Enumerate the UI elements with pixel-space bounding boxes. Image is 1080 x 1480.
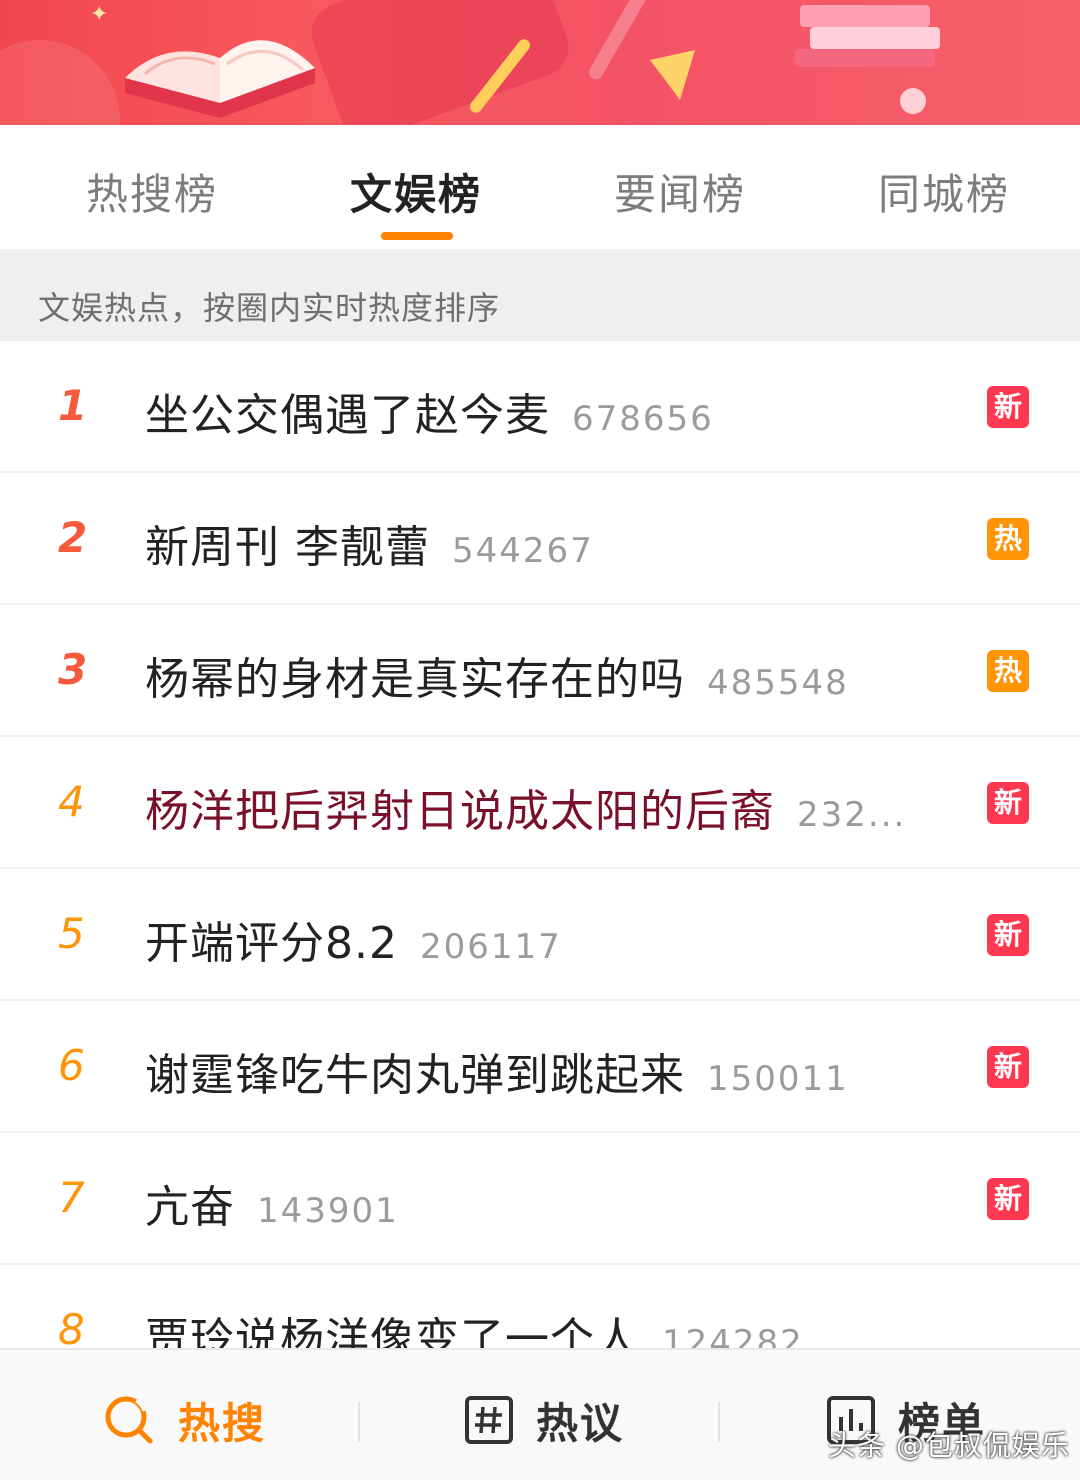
rank-number: 5 bbox=[58, 909, 85, 958]
banner-decoration bbox=[0, 40, 120, 125]
list-item[interactable]: 2 新周刊 李靓蕾 544267 热 bbox=[0, 473, 1080, 605]
sparkle-icon: ✦ bbox=[90, 2, 109, 27]
topic-title: 开端评分8.2 206117 bbox=[145, 918, 562, 969]
heat-count: 485548 bbox=[707, 663, 849, 703]
heat-count: 206117 bbox=[419, 927, 562, 967]
header-banner: ✦ bbox=[0, 0, 1080, 125]
new-badge: 新 bbox=[987, 386, 1029, 428]
book-stack-icon bbox=[795, 5, 940, 67]
pyramid-icon bbox=[650, 50, 695, 100]
hot-badge: 热 bbox=[987, 650, 1029, 692]
bottom-nav: 热搜 热议 榜单 头条 @包叔侃娱乐 bbox=[0, 1348, 1080, 1480]
rank-number: 4 bbox=[58, 777, 85, 826]
nav-discussion[interactable]: 热议 bbox=[464, 1392, 624, 1448]
watermark: 头条 @包叔侃娱乐 bbox=[828, 1429, 1070, 1462]
tab-local[interactable]: 同城榜 bbox=[878, 161, 1010, 222]
topic-title: 亢奋 143901 bbox=[145, 1182, 399, 1233]
topic-title: 新周刊 李靓蕾 544267 bbox=[145, 522, 594, 573]
tab-entertainment[interactable]: 文娱榜 bbox=[350, 161, 482, 222]
nav-divider bbox=[718, 1402, 720, 1442]
rank-number: 2 bbox=[58, 513, 88, 562]
topic-title: 杨洋把后羿射日说成太阳的后裔 232... bbox=[145, 786, 907, 837]
new-badge: 新 bbox=[987, 1046, 1029, 1088]
nav-divider bbox=[358, 1402, 360, 1442]
rank-number: 7 bbox=[58, 1173, 85, 1222]
list-item[interactable]: 5 开端评分8.2 206117 新 bbox=[0, 869, 1080, 1001]
topic-title: 杨幂的身材是真实存在的吗 485548 bbox=[145, 654, 849, 705]
heat-count: 143901 bbox=[257, 1191, 399, 1231]
open-book-icon bbox=[125, 40, 315, 118]
search-icon bbox=[105, 1396, 153, 1444]
new-badge: 新 bbox=[987, 782, 1029, 824]
rank-number: 1 bbox=[58, 381, 88, 430]
nav-label: 热议 bbox=[536, 1398, 625, 1448]
topic-title: 坐公交偶遇了赵今麦 678656 bbox=[145, 390, 714, 441]
rank-number: 8 bbox=[58, 1305, 85, 1354]
list-item[interactable]: 6 谢霆锋吃牛肉丸弹到跳起来 150011 新 bbox=[0, 1001, 1080, 1133]
heat-count: 678656 bbox=[572, 399, 714, 439]
heat-count: 150011 bbox=[707, 1059, 849, 1099]
hot-badge: 热 bbox=[987, 518, 1029, 560]
heat-count: 544267 bbox=[452, 531, 594, 571]
new-badge: 新 bbox=[987, 1178, 1029, 1220]
list-description: 文娱热点，按圈内实时热度排序 bbox=[38, 289, 501, 327]
list-item[interactable]: 4 杨洋把后羿射日说成太阳的后裔 232... 新 bbox=[0, 737, 1080, 869]
tab-hot-search[interactable]: 热搜榜 bbox=[86, 161, 218, 222]
list-item[interactable]: 3 杨幂的身材是真实存在的吗 485548 热 bbox=[0, 605, 1080, 737]
heat-count: 232... bbox=[797, 795, 907, 835]
list-item[interactable]: 7 亢奋 143901 新 bbox=[0, 1133, 1080, 1265]
hashtag-icon bbox=[465, 1396, 513, 1444]
nav-label: 热搜 bbox=[178, 1398, 267, 1448]
active-tab-indicator bbox=[381, 232, 453, 240]
new-badge: 新 bbox=[987, 914, 1029, 956]
topic-title: 谢霆锋吃牛肉丸弹到跳起来 150011 bbox=[145, 1050, 849, 1101]
banner-decoration bbox=[303, 0, 577, 125]
list-item[interactable]: 1 坐公交偶遇了赵今麦 678656 新 bbox=[0, 341, 1080, 473]
rank-number: 6 bbox=[58, 1041, 85, 1090]
tab-news[interactable]: 要闻榜 bbox=[614, 161, 746, 222]
rank-number: 3 bbox=[58, 645, 88, 694]
nav-hot-search[interactable]: 热搜 bbox=[102, 1392, 266, 1448]
list-description-bar: 文娱热点，按圈内实时热度排序 bbox=[0, 249, 1080, 341]
ranking-tabs: 热搜榜 文娱榜 要闻榜 同城榜 bbox=[0, 125, 1080, 249]
banner-decoration bbox=[900, 88, 926, 114]
